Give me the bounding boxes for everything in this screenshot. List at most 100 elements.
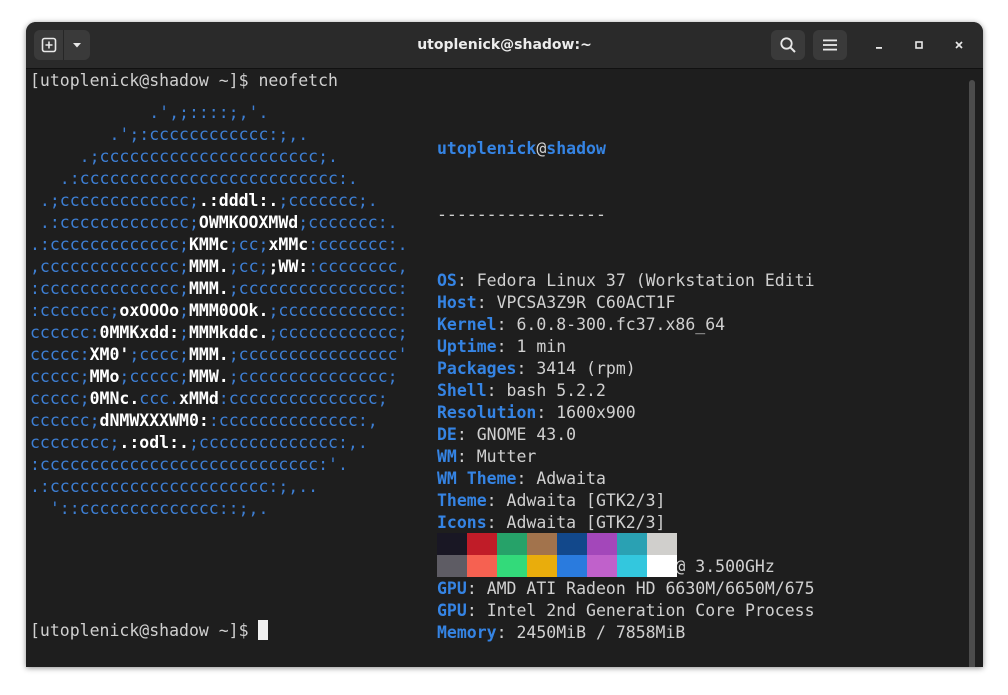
palette-swatch-bright bbox=[437, 555, 467, 577]
info-key: DE bbox=[437, 425, 457, 444]
palette-swatch-bright bbox=[587, 555, 617, 577]
info-key: Kernel bbox=[437, 315, 497, 334]
search-button[interactable] bbox=[771, 30, 805, 60]
maximize-button[interactable] bbox=[908, 34, 930, 56]
logo-segment: MMW. bbox=[188, 367, 229, 386]
main-menu-button[interactable] bbox=[813, 30, 847, 60]
prompt-line: [utoplenick@shadow ~]$ bbox=[30, 620, 269, 642]
command-text: neofetch bbox=[258, 71, 338, 90]
info-colon: : bbox=[486, 381, 507, 400]
logo-segment: :ccccccccccccccc; bbox=[218, 389, 388, 408]
logo-segment: xMMc bbox=[268, 235, 309, 254]
palette-swatch-normal bbox=[587, 533, 617, 555]
info-value: 2450MiB / 7858MiB bbox=[516, 623, 686, 642]
logo-line: cccccc;dNMWXXXWM0::cccccccccccccc:, bbox=[30, 410, 408, 432]
maximize-icon bbox=[915, 41, 923, 49]
text-cursor bbox=[258, 620, 269, 640]
close-button[interactable] bbox=[948, 34, 970, 56]
shell-prompt-2: [utoplenick@shadow ~]$ bbox=[30, 621, 259, 640]
logo-segment: .:ccccccccccccc; bbox=[30, 235, 189, 254]
search-icon bbox=[780, 37, 796, 53]
info-key: Host bbox=[437, 293, 477, 312]
info-value: Adwaita [GTK2/3] bbox=[506, 491, 666, 510]
info-host: shadow bbox=[546, 139, 606, 158]
logo-line: .',;::::;,'. bbox=[30, 102, 408, 124]
info-colon: : bbox=[466, 601, 487, 620]
info-key: Resolution bbox=[437, 403, 537, 422]
command-line: [utoplenick@shadow ~]$ neofetch bbox=[30, 70, 338, 92]
palette-swatch-bright bbox=[467, 555, 497, 577]
shell-prompt: [utoplenick@shadow ~]$ bbox=[30, 71, 259, 90]
info-key: Packages bbox=[437, 359, 517, 378]
info-value: 1 min bbox=[516, 337, 567, 356]
info-key: Shell bbox=[437, 381, 487, 400]
logo-segment: ccccc; bbox=[30, 367, 90, 386]
logo-segment: OWMKOOXMWd bbox=[198, 213, 299, 232]
header-bar: utoplenick@shadow:~ bbox=[26, 22, 983, 69]
logo-segment: .',;::::;,'. bbox=[30, 103, 269, 122]
info-colon: : bbox=[496, 315, 517, 334]
logo-segment: ;cccccccccccc; bbox=[268, 323, 408, 342]
palette-swatch-normal bbox=[437, 533, 467, 555]
logo-line: :ccccccc;oxOOOo;MMM0OOk.;cccccccccccc: bbox=[30, 300, 408, 322]
info-row: Icons: Adwaita [GTK2/3] bbox=[437, 512, 815, 534]
info-colon: : bbox=[456, 425, 477, 444]
logo-line: ccccc:XM0';cccc;MMM.;cccccccccccccccc' bbox=[30, 344, 408, 366]
logo-segment: XM0' bbox=[89, 345, 130, 364]
scrollbar[interactable] bbox=[969, 80, 975, 667]
logo-segment: ;cccccccccccccccc: bbox=[228, 279, 408, 298]
info-colon: : bbox=[536, 403, 557, 422]
logo-line: :cccccccccccccc;MMM.;cccccccccccccccc: bbox=[30, 278, 408, 300]
logo-segment: 0MNc. bbox=[89, 389, 140, 408]
logo-segment: :cccccccccccccccccccccccccccc:'. bbox=[30, 455, 348, 474]
system-info: utoplenick@shadow ----------------- OS: … bbox=[437, 94, 815, 642]
hamburger-menu-icon bbox=[823, 39, 837, 51]
palette-swatch-normal bbox=[527, 533, 557, 555]
minimize-icon bbox=[876, 47, 882, 49]
palette-swatch-normal bbox=[497, 533, 527, 555]
info-at: @ bbox=[536, 139, 547, 158]
palette-swatch-normal bbox=[557, 533, 587, 555]
info-value: AMD ATI Radeon HD 6630M/6650M/675 bbox=[486, 579, 815, 598]
logo-line: cccccccc;.:odl:.;cccccccccccccc:,. bbox=[30, 432, 408, 454]
minimize-button[interactable] bbox=[868, 34, 890, 56]
logo-segment: ;cccccccccccccc:,. bbox=[188, 433, 368, 452]
logo-segment: .:cccccccccccccccccccccc:;,.. bbox=[30, 477, 319, 496]
info-separator: ----------------- bbox=[437, 205, 606, 224]
logo-segment: .';:cccccccccccc:;,. bbox=[30, 125, 309, 144]
info-value: Adwaita [GTK2/3] bbox=[506, 513, 666, 532]
logo-segment: ;cccc; bbox=[129, 345, 189, 364]
logo-line: '::cccccccccccccc::;,. bbox=[30, 498, 408, 520]
close-icon bbox=[955, 41, 963, 49]
logo-line: ,cccccccccccccc;MMM.;cc;;WW::cccccccc, bbox=[30, 256, 408, 278]
logo-segment: ccc. bbox=[139, 389, 180, 408]
info-value: GNOME 43.0 bbox=[476, 425, 577, 444]
info-colon: : bbox=[486, 513, 507, 532]
logo-segment: ;cc; bbox=[228, 257, 269, 276]
info-value: 1600x900 bbox=[556, 403, 636, 422]
logo-segment: :ccccccc:. bbox=[308, 235, 408, 254]
logo-segment: :ccccccc; bbox=[30, 301, 120, 320]
logo-segment: MMM0OOk. bbox=[188, 301, 269, 320]
info-value: Intel 2nd Generation Core Process bbox=[486, 601, 815, 620]
palette-swatch-bright bbox=[647, 555, 677, 577]
logo-line: ccccc;MMo;ccccc;MMW.;ccccccccccccccc; bbox=[30, 366, 408, 388]
logo-segment: cccccc; bbox=[30, 411, 100, 430]
info-colon: : bbox=[476, 293, 497, 312]
logo-segment: cccccc: bbox=[30, 323, 100, 342]
logo-segment: .:odl:. bbox=[119, 433, 189, 452]
palette-swatch-normal bbox=[647, 533, 677, 555]
logo-segment: MMo bbox=[89, 367, 120, 386]
palette-swatch-bright bbox=[497, 555, 527, 577]
info-colon: : bbox=[496, 623, 517, 642]
info-colon: : bbox=[516, 469, 537, 488]
logo-segment: cccccccc; bbox=[30, 433, 120, 452]
info-row: Theme: Adwaita [GTK2/3] bbox=[437, 490, 815, 512]
logo-segment: MMMkddc. bbox=[188, 323, 269, 342]
palette-swatch-bright bbox=[617, 555, 647, 577]
terminal-output[interactable]: [utoplenick@shadow ~]$ neofetch .',;::::… bbox=[30, 69, 960, 665]
info-value: VPCSA3Z9R C60ACT1F bbox=[496, 293, 676, 312]
logo-line: .:cccccccccccccccccccccccccc:. bbox=[30, 168, 408, 190]
info-colon: : bbox=[456, 447, 477, 466]
logo-segment: .:dddl:. bbox=[198, 191, 279, 210]
